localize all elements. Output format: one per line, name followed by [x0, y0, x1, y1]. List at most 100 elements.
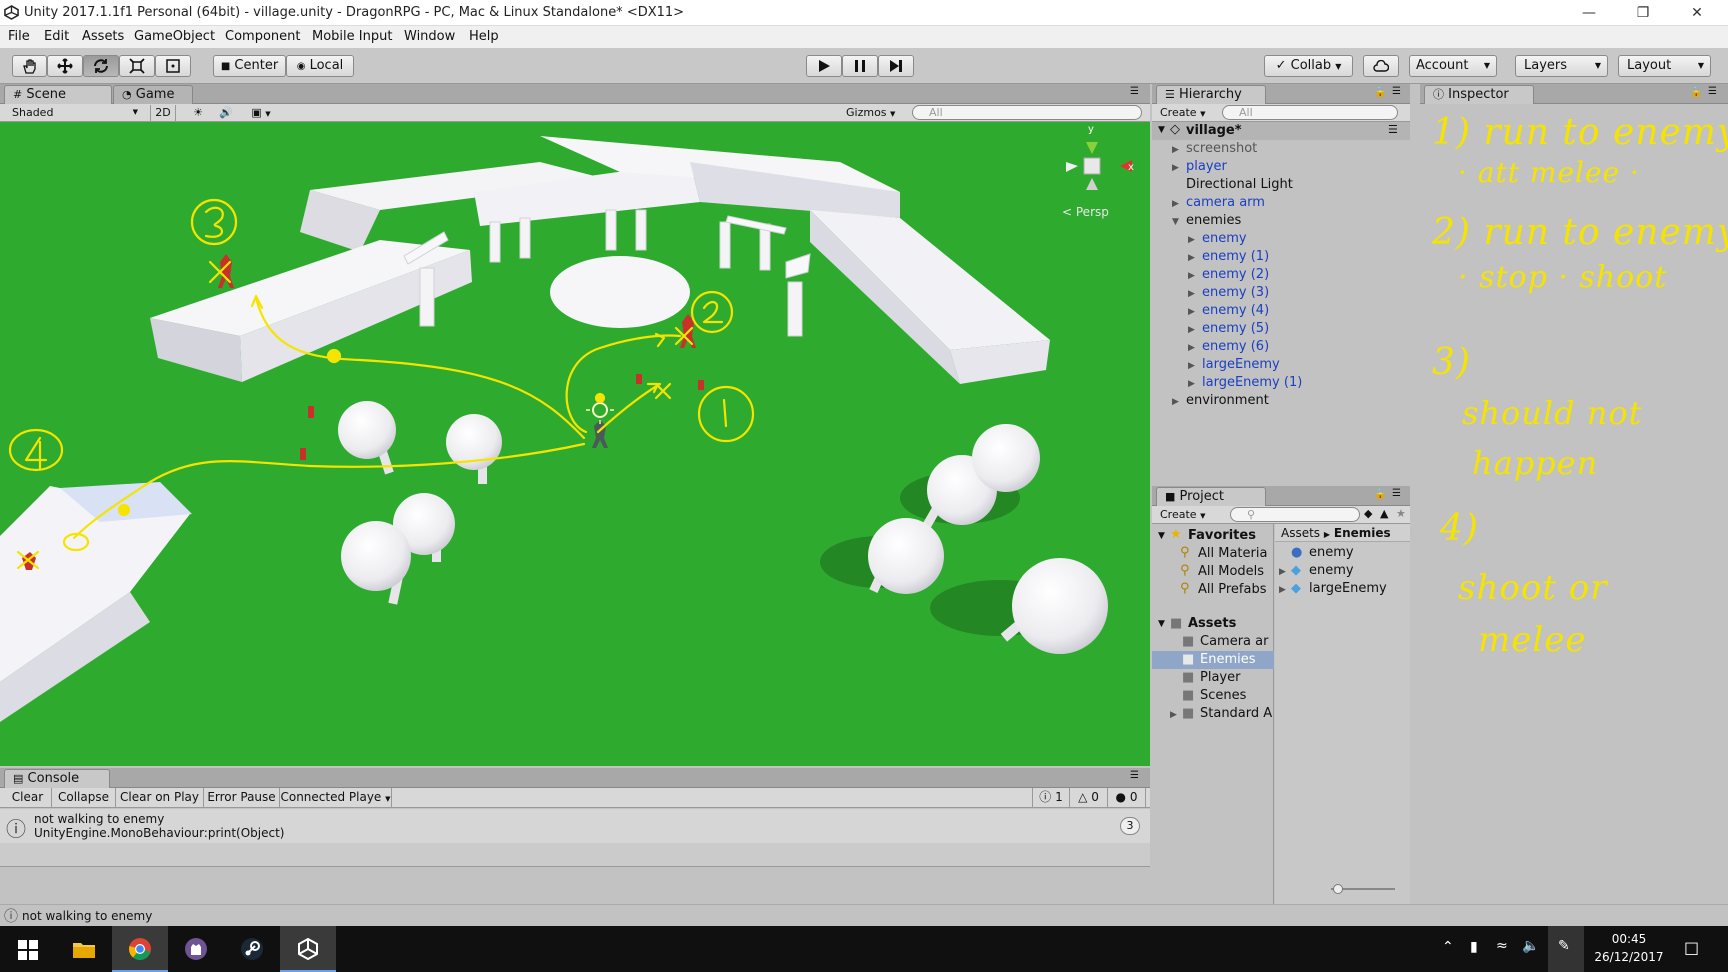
- expand-arrow-icon[interactable]: ▶: [1188, 267, 1195, 285]
- favorites-row[interactable]: ▼ ★ Favorites: [1152, 527, 1274, 545]
- hierarchy-item[interactable]: ▶ screenshot: [1152, 140, 1410, 158]
- tab-project[interactable]: ■ Project: [1156, 487, 1266, 506]
- menu-mobile-input[interactable]: Mobile Input: [312, 29, 392, 44]
- asset-folder-item[interactable]: ▶ ■ Standard A: [1152, 705, 1274, 723]
- unity-button[interactable]: [280, 926, 336, 972]
- panel-menu-icon[interactable]: ☰: [1708, 86, 1717, 97]
- lock-icon[interactable]: 🔒: [1374, 489, 1386, 500]
- warning-count-toggle[interactable]: △ 0: [1070, 788, 1108, 807]
- scene-view[interactable]: y x < Persp: [0, 122, 1150, 766]
- hierarchy-item[interactable]: ▶ enemy: [1152, 230, 1410, 248]
- expand-arrow-icon[interactable]: ▶: [1172, 195, 1179, 213]
- asset-folder-item[interactable]: ■ Camera ar: [1152, 633, 1274, 651]
- hierarchy-item[interactable]: ▶ largeEnemy: [1152, 356, 1410, 374]
- hierarchy-item[interactable]: ▶ largeEnemy (1): [1152, 374, 1410, 392]
- hierarchy-item[interactable]: ▶ enemy (3): [1152, 284, 1410, 302]
- menu-gameobject[interactable]: GameObject: [134, 29, 215, 44]
- tab-console[interactable]: ▤ Console: [4, 769, 110, 788]
- windows-start-button[interactable]: [0, 926, 56, 972]
- expand-arrow-icon[interactable]: ▶: [1188, 285, 1195, 303]
- breadcrumb-root[interactable]: Assets: [1281, 526, 1320, 540]
- close-button[interactable]: ✕: [1674, 0, 1720, 26]
- steam-button[interactable]: [224, 926, 280, 972]
- expand-arrow-icon[interactable]: ▶: [1172, 141, 1179, 159]
- lock-icon[interactable]: 🔒: [1690, 87, 1702, 98]
- tab-scene[interactable]: # Scene: [4, 85, 112, 104]
- hierarchy-item[interactable]: ▶ enemy (4): [1152, 302, 1410, 320]
- breadcrumb-current[interactable]: Enemies: [1334, 526, 1391, 540]
- collapse-arrow-icon[interactable]: ▼: [1172, 213, 1179, 231]
- hierarchy-item[interactable]: ▶ enemy (2): [1152, 266, 1410, 284]
- favorite-item[interactable]: ⚲ All Models: [1152, 563, 1274, 581]
- log-count-toggle[interactable]: ⓘ 1: [1032, 788, 1070, 807]
- filter-type-icon[interactable]: ◆: [1364, 507, 1372, 520]
- asset-file-item[interactable]: ▶ ◆ enemy: [1275, 562, 1410, 580]
- menu-assets[interactable]: Assets: [82, 29, 124, 44]
- hierarchy-item[interactable]: ▶ enemy (1): [1152, 248, 1410, 266]
- clock[interactable]: 00:45 26/12/2017: [1592, 930, 1666, 968]
- volume-icon[interactable]: 🔈: [1522, 938, 1539, 954]
- cloud-button[interactable]: [1363, 55, 1399, 77]
- expand-arrow-icon[interactable]: ▶: [1170, 706, 1177, 723]
- project-create-dropdown[interactable]: Create ▼: [1160, 507, 1214, 523]
- battery-icon[interactable]: ▮: [1470, 939, 1478, 955]
- asset-file-item[interactable]: ▶ ◆ largeEnemy: [1275, 580, 1410, 598]
- hierarchy-item[interactable]: ▶ camera arm: [1152, 194, 1410, 212]
- hierarchy-search-input[interactable]: All: [1222, 105, 1398, 120]
- expand-arrow-icon[interactable]: ▶: [1188, 303, 1195, 321]
- label-tag-icon[interactable]: ▲: [1380, 507, 1388, 520]
- hierarchy-item[interactable]: Directional Light: [1152, 176, 1410, 194]
- pause-button[interactable]: [842, 55, 878, 77]
- collapse-arrow-icon[interactable]: ▼: [1158, 527, 1165, 545]
- favorite-item[interactable]: ⚲ All Materia: [1152, 545, 1274, 563]
- scene-search-input[interactable]: All: [912, 105, 1142, 120]
- project-search-input[interactable]: ⚲: [1230, 507, 1360, 522]
- account-dropdown[interactable]: Account ▼: [1409, 55, 1497, 77]
- star-icon[interactable]: ★: [1396, 507, 1406, 520]
- minimize-button[interactable]: —: [1566, 0, 1612, 26]
- panel-menu-icon[interactable]: ☰: [1130, 770, 1139, 781]
- expand-arrow-icon[interactable]: ▶: [1188, 339, 1195, 357]
- file-explorer-button[interactable]: [56, 926, 112, 972]
- slider-handle[interactable]: [1333, 884, 1343, 894]
- hierarchy-item[interactable]: ▶ player: [1152, 158, 1410, 176]
- rect-tool-button[interactable]: [155, 55, 191, 77]
- scene-root-row[interactable]: ▼ ◇ village* ☰: [1152, 122, 1410, 140]
- expand-arrow-icon[interactable]: ▶: [1172, 159, 1179, 177]
- restore-button[interactable]: ❐: [1620, 0, 1666, 26]
- asset-folder-item[interactable]: ■ Scenes: [1152, 687, 1274, 705]
- move-tool-button[interactable]: [47, 55, 83, 77]
- console-clear-button[interactable]: Clear: [4, 788, 52, 807]
- assets-root-row[interactable]: ▼ ■ Assets: [1152, 615, 1274, 633]
- github-button[interactable]: [168, 926, 224, 972]
- asset-folder-item[interactable]: ■ Player: [1152, 669, 1274, 687]
- hand-tool-button[interactable]: [12, 55, 47, 77]
- expand-arrow-icon[interactable]: ▶: [1188, 231, 1195, 249]
- panel-menu-icon[interactable]: ☰: [1392, 488, 1401, 499]
- chevron-up-icon[interactable]: ⌃: [1442, 939, 1454, 955]
- console-collapse-button[interactable]: Collapse: [52, 788, 116, 807]
- tab-hierarchy[interactable]: ☰ Hierarchy: [1156, 85, 1266, 104]
- error-count-toggle[interactable]: ● 0: [1108, 788, 1146, 807]
- hierarchy-create-dropdown[interactable]: Create ▼: [1160, 105, 1214, 121]
- log-entry[interactable]: ⓘ not walking to enemy UnityEngine.MonoB…: [0, 809, 1150, 843]
- menu-component[interactable]: Component: [225, 29, 300, 44]
- scale-tool-button[interactable]: [119, 55, 155, 77]
- menu-edit[interactable]: Edit: [44, 29, 69, 44]
- tab-inspector[interactable]: ⓘ Inspector: [1424, 85, 1534, 104]
- expand-arrow-icon[interactable]: ▶: [1188, 357, 1195, 375]
- expand-arrow-icon[interactable]: ▶: [1188, 321, 1195, 339]
- pivot-center-toggle[interactable]: ■ Center: [213, 55, 286, 77]
- pen-workspace-button[interactable]: ✎: [1548, 926, 1584, 972]
- expand-arrow-icon[interactable]: ▶: [1279, 563, 1286, 581]
- favorite-item[interactable]: ⚲ All Prefabs: [1152, 581, 1274, 599]
- asset-folder-item[interactable]: ■ Enemies: [1152, 651, 1274, 669]
- audio-toggle[interactable]: 🔊: [216, 105, 236, 121]
- rotate-tool-button[interactable]: [83, 55, 119, 77]
- step-button[interactable]: [878, 55, 914, 77]
- expand-arrow-icon[interactable]: ▶: [1188, 375, 1195, 393]
- console-clear-on-play-button[interactable]: Clear on Play: [116, 788, 204, 807]
- tab-game[interactable]: ◔ Game: [113, 85, 193, 104]
- play-button[interactable]: [806, 55, 842, 77]
- layers-dropdown[interactable]: Layers ▼: [1515, 55, 1608, 77]
